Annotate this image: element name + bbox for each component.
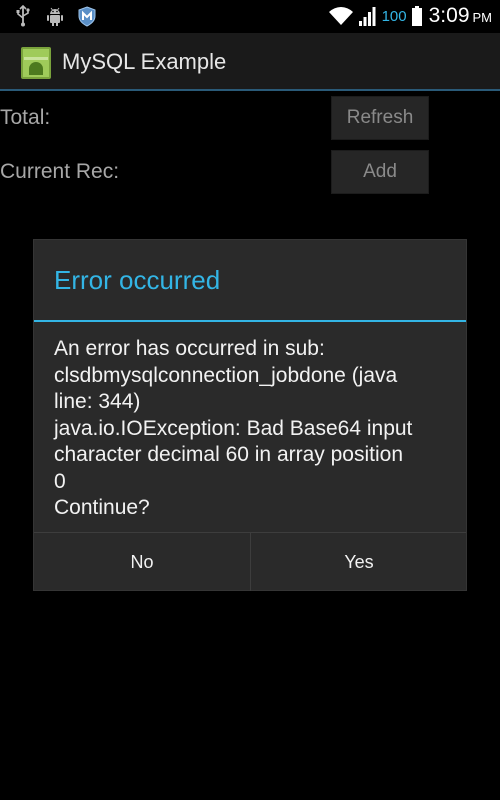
- action-bar: MySQL Example: [0, 33, 500, 91]
- dialog-title-divider: [34, 320, 466, 322]
- dialog-message-line: character decimal 60 in array position: [54, 443, 404, 466]
- refresh-button[interactable]: Refresh: [331, 96, 429, 140]
- total-label: Total:: [0, 106, 51, 129]
- app-launcher-icon[interactable]: [21, 47, 51, 79]
- signal-icon: [358, 7, 376, 26]
- battery-icon: [411, 6, 422, 26]
- current-rec-label: Current Rec:: [0, 160, 120, 183]
- status-bar: 100 3:09 PM: [0, 0, 500, 33]
- usb-icon: [16, 5, 30, 27]
- dialog-message-line: An error has occurred in sub:: [54, 337, 325, 360]
- notification-icons: [12, 5, 98, 27]
- dialog-message-line: clsdbmysqlconnection_jobdone (java: [54, 363, 398, 387]
- clock: 3:09 PM: [429, 4, 492, 28]
- dialog-message-line: Continue?: [54, 496, 150, 519]
- clock-time: 3:09: [428, 4, 470, 27]
- system-icons: 100 3:09 PM: [328, 4, 492, 28]
- app-title: MySQL Example: [62, 49, 227, 74]
- error-dialog: Error occurred An error has occurred in …: [33, 239, 467, 591]
- security-icon: [78, 6, 96, 27]
- clock-ampm: PM: [472, 10, 493, 25]
- battery-percentage: 100: [381, 7, 407, 25]
- no-button[interactable]: No: [34, 533, 250, 591]
- dialog-message-line: line: 344): [54, 390, 141, 413]
- android-debug-icon: [47, 7, 63, 26]
- dialog-message-line: 0: [54, 469, 66, 493]
- add-button[interactable]: Add: [331, 150, 429, 194]
- dialog-title: Error occurred: [54, 265, 221, 295]
- dialog-message-line: java.io.IOException: Bad Base64 input: [54, 416, 413, 440]
- dialog-message: An error has occurred in sub: clsdbmysql…: [54, 336, 454, 522]
- yes-button[interactable]: Yes: [251, 533, 467, 591]
- wifi-icon: [328, 7, 353, 25]
